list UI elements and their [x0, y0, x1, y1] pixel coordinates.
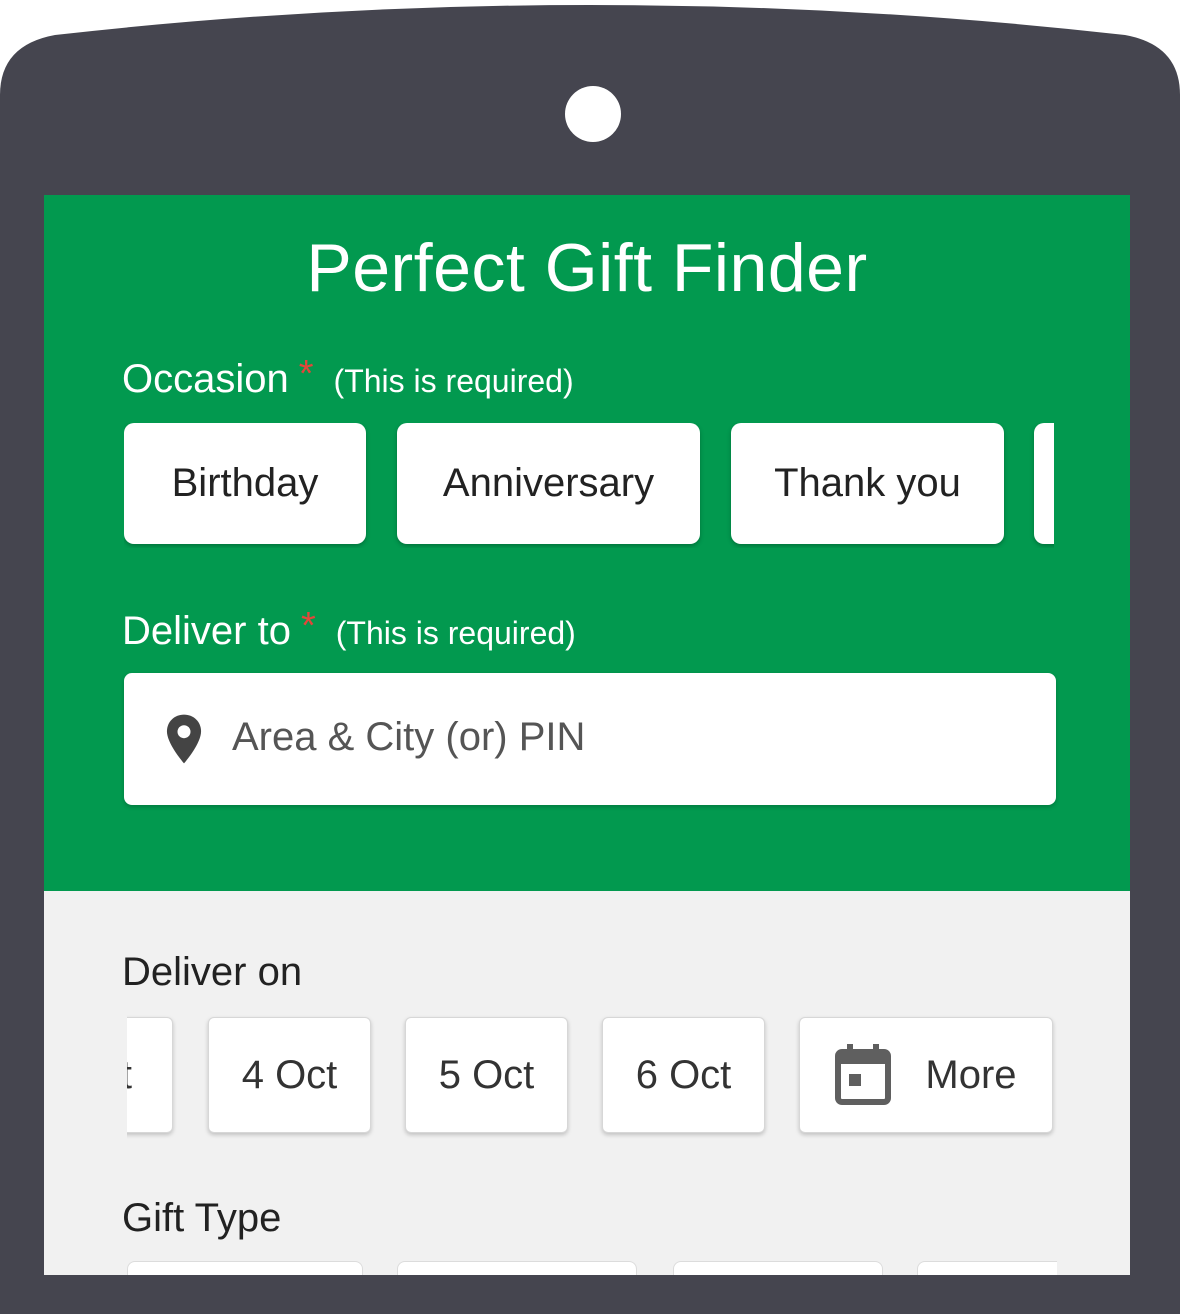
occasion-label-text: Occasion	[122, 357, 289, 401]
occasion-label: Occasion * (This is required)	[122, 353, 574, 402]
hero-panel: Perfect Gift Finder Occasion * (This is re…	[44, 195, 1130, 891]
date-chip-5-oct[interactable]: 5 Oct	[405, 1017, 568, 1133]
camera-icon	[565, 86, 621, 142]
location-placeholder: Area & City (or) PIN	[232, 715, 586, 759]
required-star: *	[300, 605, 316, 647]
occasion-chip-thank-you[interactable]: Thank you	[731, 423, 1004, 544]
deliver-on-label: Deliver on	[122, 950, 303, 994]
required-note: (This is required)	[333, 363, 574, 399]
location-pin-icon	[166, 714, 202, 764]
gift-type-options	[127, 1261, 1057, 1275]
page-title: Perfect Gift Finder	[306, 230, 868, 306]
required-star: *	[298, 353, 314, 395]
gift-type-chip[interactable]	[127, 1261, 363, 1275]
date-options: t 4 Oct 5 Oct 6 Oct More	[127, 1015, 1057, 1140]
gift-type-chip[interactable]	[917, 1261, 1057, 1275]
more-label: More	[925, 1052, 1017, 1097]
deliver-to-label: Deliver to * (This is required)	[122, 605, 576, 654]
occasion-options: Birthday Anniversary Thank you	[124, 423, 1054, 548]
location-input[interactable]: Area & City (or) PIN	[124, 673, 1056, 805]
deliver-to-label-text: Deliver to	[122, 609, 291, 653]
occasion-chip-birthday[interactable]: Birthday	[124, 423, 366, 544]
calendar-icon	[835, 1044, 892, 1106]
gift-type-chip[interactable]	[397, 1261, 637, 1275]
date-chip-6-oct[interactable]: 6 Oct	[602, 1017, 765, 1133]
occasion-chip-partial[interactable]	[1034, 423, 1054, 544]
phone-frame: Perfect Gift Finder Occasion * (This is re…	[0, 0, 1180, 1314]
date-chip-4-oct[interactable]: 4 Oct	[208, 1017, 371, 1133]
occasion-chip-anniversary[interactable]: Anniversary	[397, 423, 700, 544]
screen: Perfect Gift Finder Occasion * (This is re…	[44, 195, 1130, 1275]
more-dates-button[interactable]: More	[799, 1017, 1053, 1133]
date-chip-partial[interactable]: t	[127, 1017, 173, 1133]
required-note: (This is required)	[335, 615, 576, 651]
gift-type-chip[interactable]	[673, 1261, 883, 1275]
gift-type-label: Gift Type	[122, 1196, 282, 1240]
